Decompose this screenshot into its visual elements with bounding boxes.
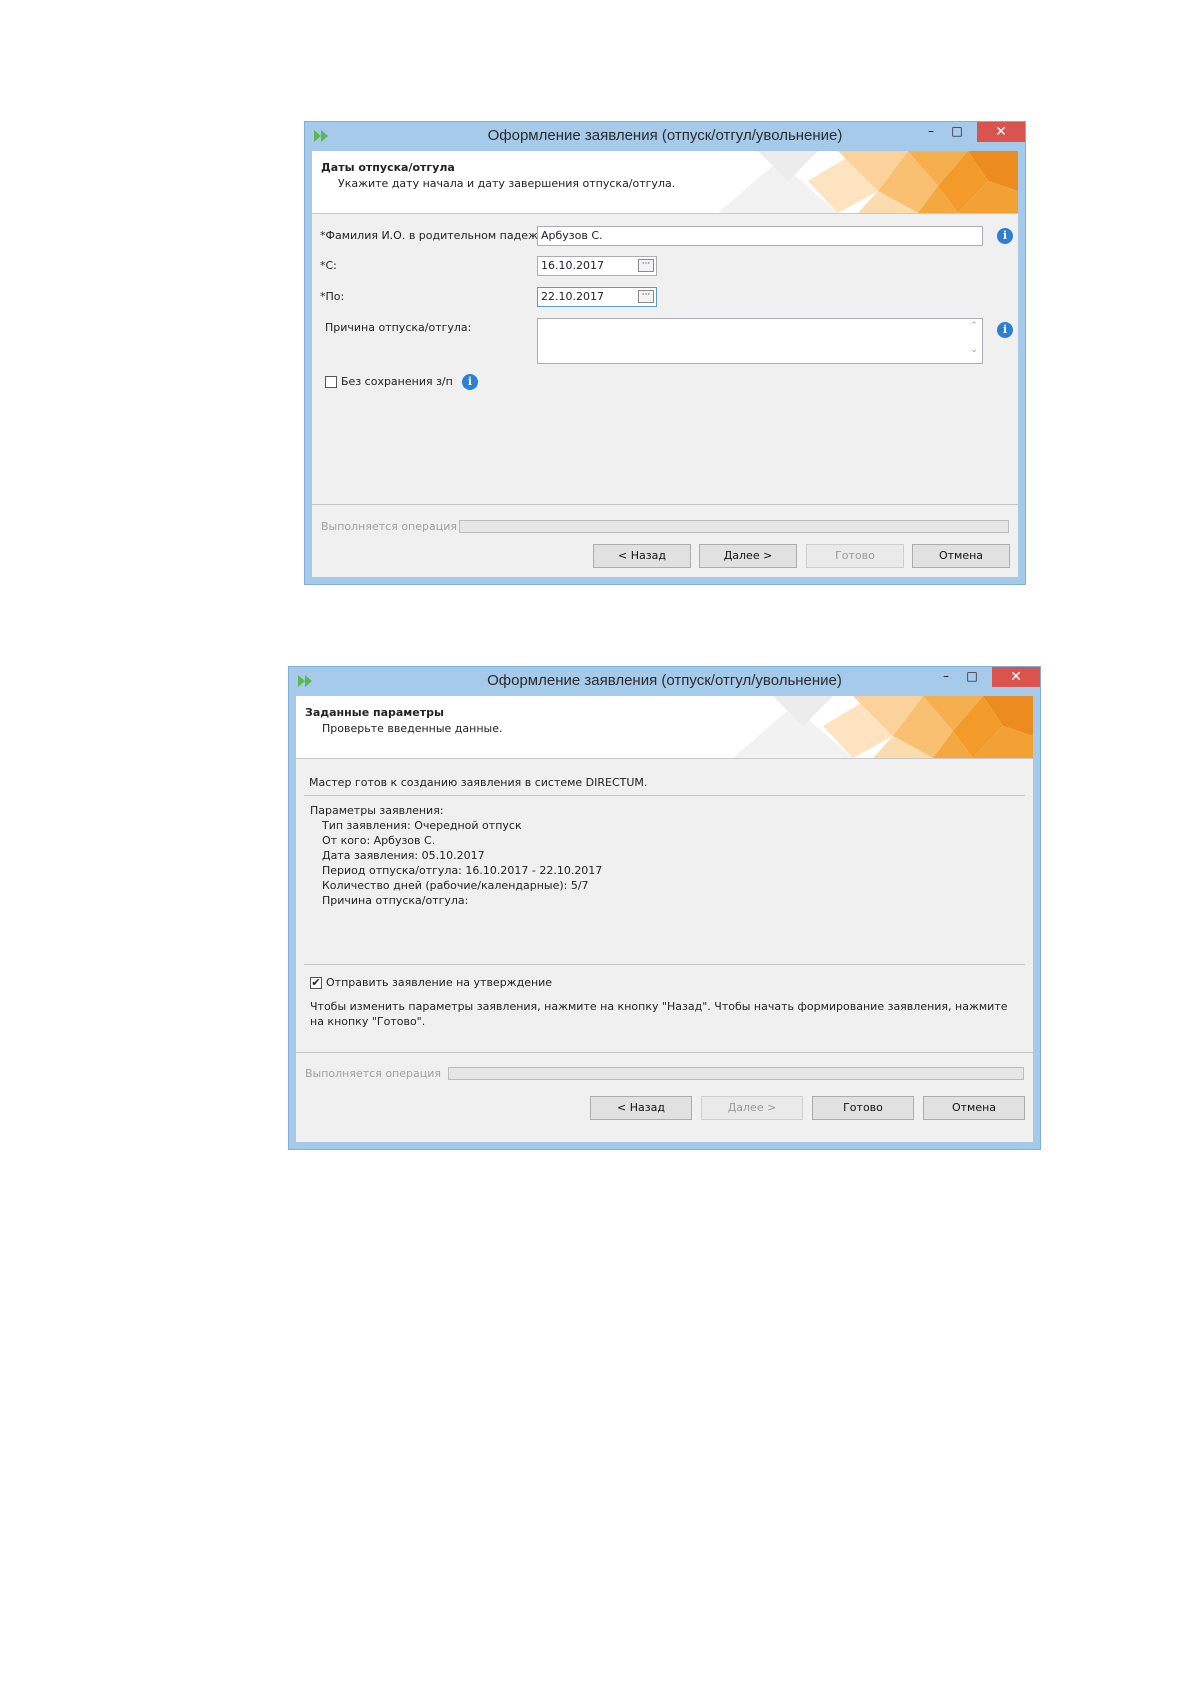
- wizard-header: Даты отпуска/отгула Укажите дату начала …: [312, 151, 1018, 214]
- step-subtitle: Укажите дату начала и дату завершения от…: [338, 177, 676, 190]
- close-button[interactable]: ✕: [977, 122, 1025, 142]
- params-title: Параметры заявления:: [310, 804, 444, 817]
- name-field[interactable]: Арбузов С.: [537, 226, 983, 246]
- maximize-button[interactable]: □: [958, 667, 986, 687]
- name-info-icon[interactable]: i: [997, 228, 1013, 244]
- param-days: Количество дней (рабочие/календарные): 5…: [322, 879, 589, 892]
- footer-separator: [296, 1052, 1033, 1053]
- hint-text: Чтобы изменить параметры заявления, нажм…: [310, 1000, 1008, 1028]
- header-decoration-icon: [733, 696, 1033, 758]
- operation-progress-bar: [459, 520, 1009, 533]
- step-subtitle: Проверьте введенные данные.: [322, 722, 503, 735]
- reason-field[interactable]: ⌃ ⌄: [537, 318, 983, 364]
- date-to-label: *По:: [320, 290, 345, 303]
- header-decoration-icon: [718, 151, 1018, 213]
- finish-button[interactable]: Готово: [812, 1096, 914, 1120]
- reason-scrollbar[interactable]: ⌃ ⌄: [966, 319, 982, 363]
- param-reason: Причина отпуска/отгула:: [322, 894, 469, 907]
- step-title: Заданные параметры: [305, 706, 444, 719]
- param-from: От кого: Арбузов С.: [322, 834, 436, 847]
- scroll-up-icon[interactable]: ⌃: [966, 321, 982, 331]
- wizard-window-summary: Оформление заявления (отпуск/отгул/уволь…: [288, 666, 1041, 1150]
- reason-info-icon[interactable]: i: [997, 322, 1013, 338]
- date-to-value: 22.10.2017: [541, 290, 604, 303]
- send-label[interactable]: Отправить заявление на утверждение: [326, 976, 552, 989]
- ready-separator: [304, 795, 1025, 796]
- date-from-picker-button[interactable]: ···: [638, 259, 654, 272]
- operation-label: Выполняется операция: [321, 520, 457, 533]
- title-bar[interactable]: Оформление заявления (отпуск/отгул/уволь…: [289, 667, 1040, 695]
- unpaid-checkbox[interactable]: [325, 376, 337, 388]
- footer-separator: [312, 504, 1018, 505]
- param-date: Дата заявления: 05.10.2017: [322, 849, 485, 862]
- date-to-picker-button[interactable]: ···: [638, 290, 654, 303]
- unpaid-label[interactable]: Без сохранения з/п: [341, 375, 453, 388]
- finish-button[interactable]: Готово: [806, 544, 904, 568]
- cancel-button[interactable]: Отмена: [923, 1096, 1025, 1120]
- ready-text: Мастер готов к созданию заявления в сист…: [309, 776, 648, 789]
- unpaid-info-icon[interactable]: i: [462, 374, 478, 390]
- next-button[interactable]: Далее >: [701, 1096, 803, 1120]
- param-period: Период отпуска/отгула: 16.10.2017 - 22.1…: [322, 864, 603, 877]
- step-title: Даты отпуска/отгула: [321, 161, 455, 174]
- date-from-field[interactable]: 16.10.2017 ···: [537, 256, 657, 276]
- title-bar[interactable]: Оформление заявления (отпуск/отгул/уволь…: [305, 122, 1025, 150]
- minimize-button[interactable]: –: [917, 122, 945, 142]
- operation-progress-bar: [448, 1067, 1024, 1080]
- operation-label: Выполняется операция: [305, 1067, 441, 1080]
- wizard-client-area: Даты отпуска/отгула Укажите дату начала …: [312, 151, 1018, 577]
- window-title: Оформление заявления (отпуск/отгул/уволь…: [487, 672, 842, 689]
- back-button[interactable]: < Назад: [590, 1096, 692, 1120]
- wizard-client-area: Заданные параметры Проверьте введенные д…: [296, 696, 1033, 1142]
- param-type: Тип заявления: Очередной отпуск: [322, 819, 522, 832]
- params-summary: Параметры заявления: Тип заявления: Очер…: [310, 803, 602, 908]
- minimize-button[interactable]: –: [932, 667, 960, 687]
- scroll-down-icon[interactable]: ⌄: [966, 345, 982, 355]
- date-to-field[interactable]: 22.10.2017 ···: [537, 287, 657, 307]
- cancel-button[interactable]: Отмена: [912, 544, 1010, 568]
- reason-label: Причина отпуска/отгула:: [325, 321, 472, 334]
- send-checkbox[interactable]: ✔: [310, 977, 322, 989]
- wizard-header: Заданные параметры Проверьте введенные д…: [296, 696, 1033, 759]
- wizard-window-dates: Оформление заявления (отпуск/отгул/уволь…: [304, 121, 1026, 585]
- name-label: *Фамилия И.О. в родительном падеже:: [320, 229, 549, 242]
- next-button[interactable]: Далее >: [699, 544, 797, 568]
- close-button[interactable]: ✕: [992, 667, 1040, 687]
- date-from-value: 16.10.2017: [541, 259, 604, 272]
- date-from-label: *С:: [320, 259, 337, 272]
- params-separator: [304, 964, 1025, 965]
- maximize-button[interactable]: □: [943, 122, 971, 142]
- back-button[interactable]: < Назад: [593, 544, 691, 568]
- check-icon: ✔: [311, 976, 321, 989]
